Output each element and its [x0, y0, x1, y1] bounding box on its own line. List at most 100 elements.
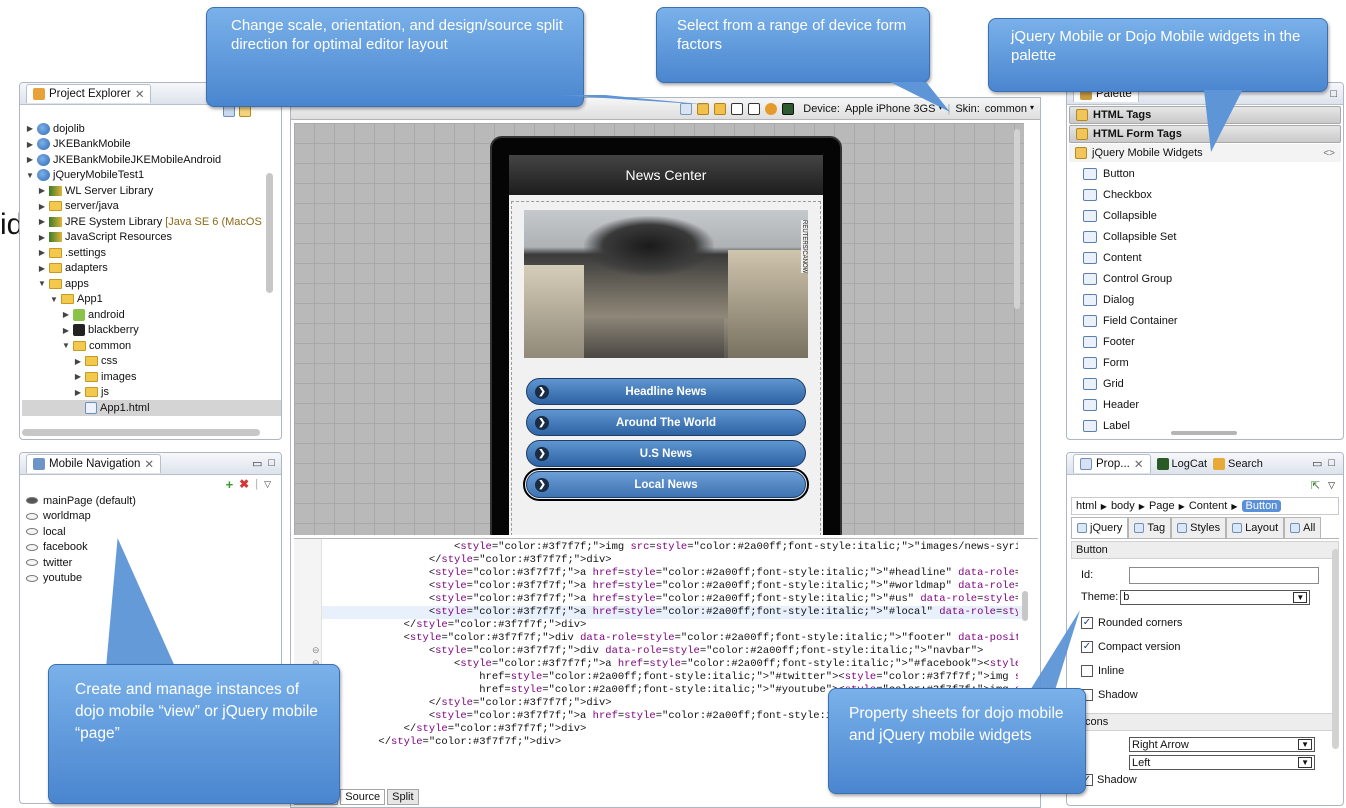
- split-horizontal-icon[interactable]: [731, 102, 744, 115]
- device-select[interactable]: Apple iPhone 3GS▾: [845, 103, 943, 115]
- collapsed-arrow-icon[interactable]: ▶: [38, 202, 46, 211]
- editor-scrollbar[interactable]: [1022, 591, 1028, 621]
- minimize-icon[interactable]: ▭: [1312, 457, 1322, 470]
- collapsed-arrow-icon[interactable]: ▶: [62, 310, 70, 319]
- navigation-page-item[interactable]: youtube: [26, 571, 281, 587]
- menu-dropdown-icon[interactable]: ▽: [1328, 480, 1335, 491]
- collapsed-arrow-icon[interactable]: ▶: [74, 357, 82, 366]
- expanded-arrow-icon[interactable]: ▼: [26, 171, 34, 180]
- collapsed-arrow-icon[interactable]: ▶: [62, 326, 70, 335]
- palette-item[interactable]: Control Group: [1067, 268, 1343, 289]
- palette-item[interactable]: Form: [1067, 352, 1343, 373]
- icon-position-select[interactable]: Left ▼: [1129, 755, 1315, 770]
- palette-item[interactable]: Footer: [1067, 331, 1343, 352]
- tree-item[interactable]: ▼ apps: [22, 276, 281, 292]
- news-button[interactable]: ❯ U.S News: [526, 440, 806, 467]
- tab-properties[interactable]: Prop... ✕: [1073, 454, 1151, 473]
- tree-item[interactable]: ▶ android: [22, 307, 281, 323]
- option-checkbox[interactable]: ✓: [1081, 617, 1093, 629]
- fold-icon[interactable]: ⊖: [312, 645, 320, 656]
- tree-item[interactable]: ▼ jQueryMobileTest1: [22, 168, 281, 184]
- design-canvas[interactable]: News Center REUTERS/CANOW ❯ Headline News…: [294, 123, 1024, 535]
- horizontal-scrollbar[interactable]: [22, 429, 260, 436]
- rotate-icon[interactable]: [714, 102, 727, 115]
- property-tab-jquery[interactable]: jQuery: [1071, 517, 1129, 538]
- editor-tab-source[interactable]: Source: [340, 789, 386, 805]
- collapse-icon[interactable]: <>: [1323, 148, 1335, 159]
- breadcrumb-item[interactable]: Content: [1189, 500, 1228, 512]
- id-input[interactable]: [1129, 566, 1319, 584]
- delete-icon[interactable]: ✖: [239, 477, 249, 491]
- collapsed-arrow-icon[interactable]: ▶: [38, 264, 46, 273]
- navigation-page-item[interactable]: worldmap: [26, 509, 281, 525]
- source-view-icon[interactable]: [782, 102, 795, 115]
- palette-scroll-handle[interactable]: [1171, 431, 1237, 435]
- breadcrumb-item[interactable]: html: [1076, 500, 1097, 512]
- split-vertical-icon[interactable]: [748, 102, 761, 115]
- close-icon[interactable]: ✕: [135, 87, 145, 101]
- palette-item[interactable]: Collapsible: [1067, 205, 1343, 226]
- maximize-icon[interactable]: □: [268, 457, 275, 470]
- news-photo[interactable]: REUTERS/CANOW: [524, 210, 808, 358]
- breadcrumb-item[interactable]: Page: [1149, 500, 1175, 512]
- refresh-icon[interactable]: [765, 102, 778, 115]
- tree-item[interactable]: ▶ blackberry: [22, 323, 281, 339]
- navigation-page-item[interactable]: twitter: [26, 555, 281, 571]
- collapsed-arrow-icon[interactable]: ▶: [74, 388, 82, 397]
- news-button[interactable]: ❯ Headline News: [526, 378, 806, 405]
- palette-group[interactable]: HTML Tags: [1069, 106, 1341, 124]
- breadcrumb-item[interactable]: body: [1111, 500, 1135, 512]
- palette-item[interactable]: Header: [1067, 394, 1343, 415]
- property-tab-all[interactable]: All: [1284, 517, 1322, 538]
- tab-mobile-navigation[interactable]: Mobile Navigation ✕: [26, 454, 162, 473]
- tree-item[interactable]: ▶ dojolib: [22, 121, 281, 137]
- tree-item[interactable]: ▶ images: [22, 369, 281, 385]
- collapsed-arrow-icon[interactable]: ▶: [26, 124, 34, 133]
- navigation-page-item[interactable]: facebook: [26, 540, 281, 556]
- tree-item[interactable]: ▶ JRE System Library [Java SE 6 (MacOS: [22, 214, 281, 230]
- pin-icon[interactable]: ⇱: [1311, 479, 1320, 492]
- collapsed-arrow-icon[interactable]: ▶: [26, 155, 34, 164]
- palette-item[interactable]: Field Container: [1067, 310, 1343, 331]
- theme-select[interactable]: b ▼: [1120, 589, 1311, 605]
- palette-item[interactable]: Grid: [1067, 373, 1343, 394]
- add-icon[interactable]: +: [226, 477, 234, 492]
- palette-item[interactable]: Dialog: [1067, 289, 1343, 310]
- editor-tab-split[interactable]: Split: [387, 789, 419, 805]
- icon-select[interactable]: Right Arrow ▼: [1129, 737, 1315, 752]
- close-icon[interactable]: ✕: [144, 457, 154, 471]
- news-button[interactable]: ❯ Around The World: [526, 409, 806, 436]
- tree-item[interactable]: App1.html: [22, 400, 281, 416]
- expanded-arrow-icon[interactable]: ▼: [50, 295, 58, 304]
- maximize-icon[interactable]: □: [1330, 88, 1337, 100]
- navigation-page-item[interactable]: local: [26, 524, 281, 540]
- property-tab-layout[interactable]: Layout: [1226, 517, 1285, 538]
- expanded-arrow-icon[interactable]: ▼: [62, 341, 70, 350]
- tree-item[interactable]: ▶ adapters: [22, 261, 281, 277]
- tree-item[interactable]: ▶ .settings: [22, 245, 281, 261]
- collapsed-arrow-icon[interactable]: ▶: [26, 140, 34, 149]
- property-tab-styles[interactable]: Styles: [1171, 517, 1227, 538]
- maximize-icon[interactable]: □: [1328, 457, 1335, 470]
- tree-item[interactable]: ▶ js: [22, 385, 281, 401]
- minimize-icon[interactable]: ▭: [252, 457, 262, 470]
- palette-group[interactable]: jQuery Mobile Widgets <>: [1069, 144, 1341, 162]
- navigation-page-item[interactable]: mainPage (default): [26, 493, 281, 509]
- orientation-icon[interactable]: [697, 102, 710, 115]
- properties-scrollbar[interactable]: [1332, 549, 1339, 749]
- palette-item[interactable]: Collapsible Set: [1067, 226, 1343, 247]
- tab-project-explorer[interactable]: Project Explorer ✕: [26, 84, 152, 103]
- palette-item[interactable]: Checkbox: [1067, 184, 1343, 205]
- tree-item[interactable]: ▶ JavaScript Resources: [22, 230, 281, 246]
- canvas-scrollbar[interactable]: [1014, 129, 1020, 309]
- property-tab-tag[interactable]: Tag: [1128, 517, 1172, 538]
- vertical-scrollbar[interactable]: [266, 173, 273, 293]
- zoom-icon[interactable]: [680, 102, 693, 115]
- news-button[interactable]: ❯ Local News: [523, 468, 809, 501]
- collapsed-arrow-icon[interactable]: ▶: [38, 186, 46, 195]
- tree-item[interactable]: ▼ common: [22, 338, 281, 354]
- collapsed-arrow-icon[interactable]: ▶: [38, 233, 46, 242]
- tab-logcat[interactable]: LogCat: [1156, 457, 1207, 470]
- collapsed-arrow-icon[interactable]: ▶: [74, 372, 82, 381]
- tree-item[interactable]: ▼ App1: [22, 292, 281, 308]
